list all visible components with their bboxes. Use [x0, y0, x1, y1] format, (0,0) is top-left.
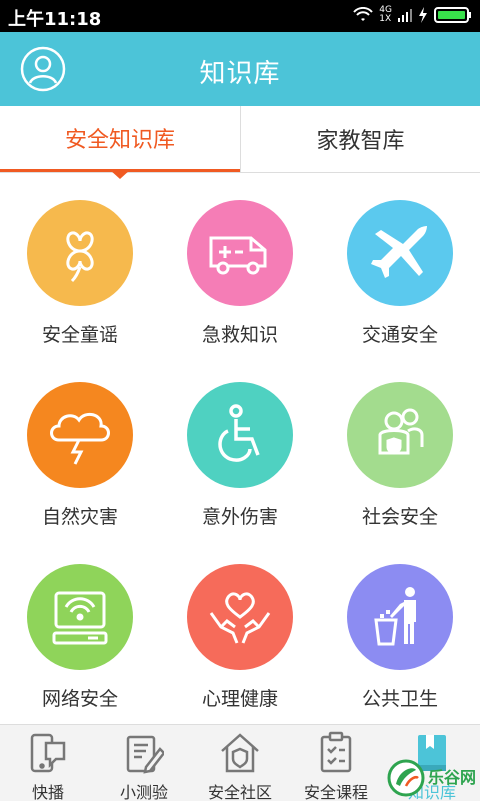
nav-item-safety-course[interactable]: 安全课程 [288, 725, 384, 802]
family-shield-icon [378, 408, 424, 455]
category-item-traffic-safety[interactable]: 交通安全 [320, 200, 480, 370]
category-label: 意外伤害 [201, 506, 278, 528]
status-icons: 4G 1X [353, 6, 472, 24]
category-item-accidents[interactable]: 意外伤害 [160, 382, 320, 552]
category-item-mental-health[interactable]: 心理健康 [160, 564, 320, 734]
category-label: 网络安全 [41, 688, 118, 710]
category-item-social-safety[interactable]: 社会安全 [320, 382, 480, 552]
category-label: 交通安全 [361, 324, 438, 346]
nav-label: 安全社区 [207, 783, 272, 802]
category-label: 安全童谣 [41, 324, 118, 346]
phone-chat-icon [30, 733, 66, 773]
edit-quiz-icon [126, 735, 164, 774]
category-circle [347, 200, 453, 306]
category-label: 心理健康 [201, 688, 278, 710]
category-label: 社会安全 [361, 506, 438, 528]
house-shield-icon [221, 733, 259, 773]
category-item-natural-disaster[interactable]: 自然灾害 [0, 382, 160, 552]
watermark-text: 乐谷网 [428, 768, 477, 787]
clipboard-course-icon [320, 731, 352, 773]
tab-bar: 安全知识库 家教智库 [0, 106, 480, 173]
page-title: 知识库 [199, 59, 281, 89]
watermark-logo-icon [387, 759, 425, 797]
charging-icon [419, 7, 427, 23]
wifi-icon [353, 7, 374, 21]
active-tab-pointer [110, 170, 130, 179]
wheelchair-icon [218, 404, 260, 462]
nav-item-quiz[interactable]: 小测验 [96, 725, 192, 802]
watermark: 乐谷网 [386, 758, 476, 798]
category-item-network-safety[interactable]: 网络安全 [0, 564, 160, 734]
category-circle [27, 200, 133, 306]
category-item-public-health[interactable]: 公共卫生 [320, 564, 480, 734]
category-circle [187, 382, 293, 488]
status-time: 上午11:18 [8, 9, 102, 30]
app-header: 知识库 [0, 32, 480, 106]
tab-safety-knowledge[interactable]: 安全知识库 [0, 106, 240, 172]
network-indicator: 4G 1X [379, 6, 392, 24]
category-circle [187, 564, 293, 670]
computer-wifi-icon [52, 591, 108, 645]
trash-person-icon [374, 587, 416, 646]
battery-icon [434, 7, 471, 23]
category-item-first-aid[interactable]: 急救知识 [160, 200, 320, 370]
status-bar: 上午11:18 4G 1X [0, 0, 480, 32]
category-label: 自然灾害 [41, 506, 118, 528]
network-subtype: 1X [379, 14, 392, 24]
nav-label: 安全课程 [303, 783, 368, 802]
clover-icon [66, 231, 94, 283]
category-label: 急救知识 [201, 324, 278, 346]
storm-cloud-icon [50, 412, 110, 465]
category-circle [27, 564, 133, 670]
category-circle [347, 564, 453, 670]
nav-label: 小测验 [119, 783, 168, 802]
nav-item-quick-play[interactable]: 快播 [0, 725, 96, 802]
airplane-icon [371, 226, 427, 278]
category-item-nursery-rhymes[interactable]: 安全童谣 [0, 200, 160, 370]
heart-hands-icon [209, 592, 271, 644]
nav-label: 快播 [31, 783, 64, 802]
signal-icon [398, 9, 412, 22]
category-label: 公共卫生 [361, 688, 438, 710]
tab-family-education[interactable]: 家教智库 [240, 106, 480, 172]
nav-item-safety-community[interactable]: 安全社区 [192, 725, 288, 802]
category-circle [27, 382, 133, 488]
category-circle [347, 382, 453, 488]
ambulance-icon [209, 236, 267, 275]
category-circle [187, 200, 293, 306]
